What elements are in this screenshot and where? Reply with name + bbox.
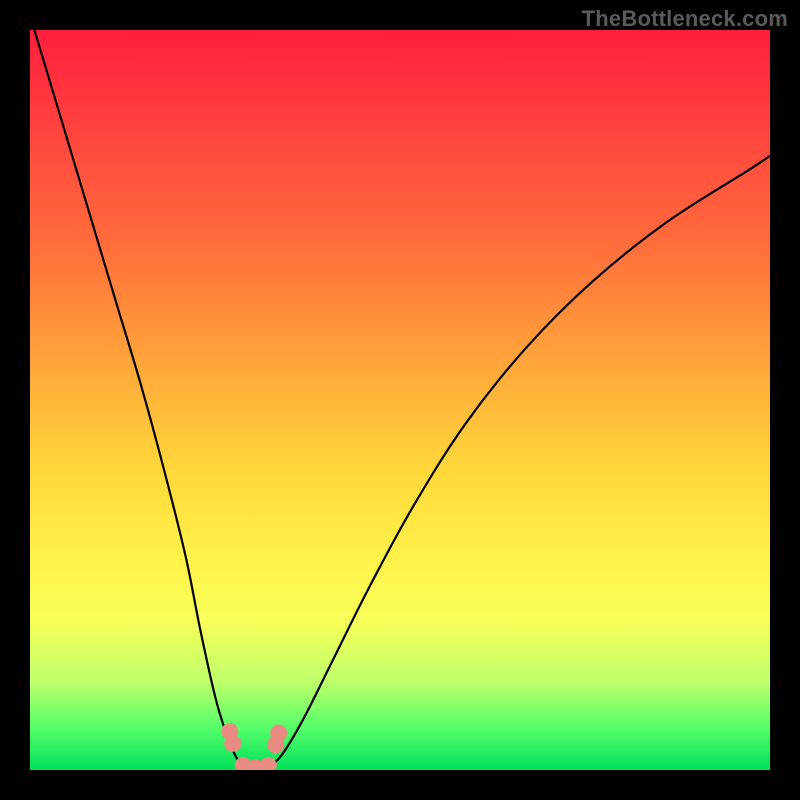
data-marker [224,735,241,752]
chart-frame: TheBottleneck.com [0,0,800,800]
data-marker [260,757,277,770]
chart-svg [30,30,770,770]
curves-group [30,30,770,769]
attribution-label: TheBottleneck.com [582,6,788,32]
curve-left-curve [30,30,248,769]
markers-group [221,723,287,770]
curve-right-curve [267,156,770,769]
data-marker [270,725,287,742]
plot-area [30,30,770,770]
